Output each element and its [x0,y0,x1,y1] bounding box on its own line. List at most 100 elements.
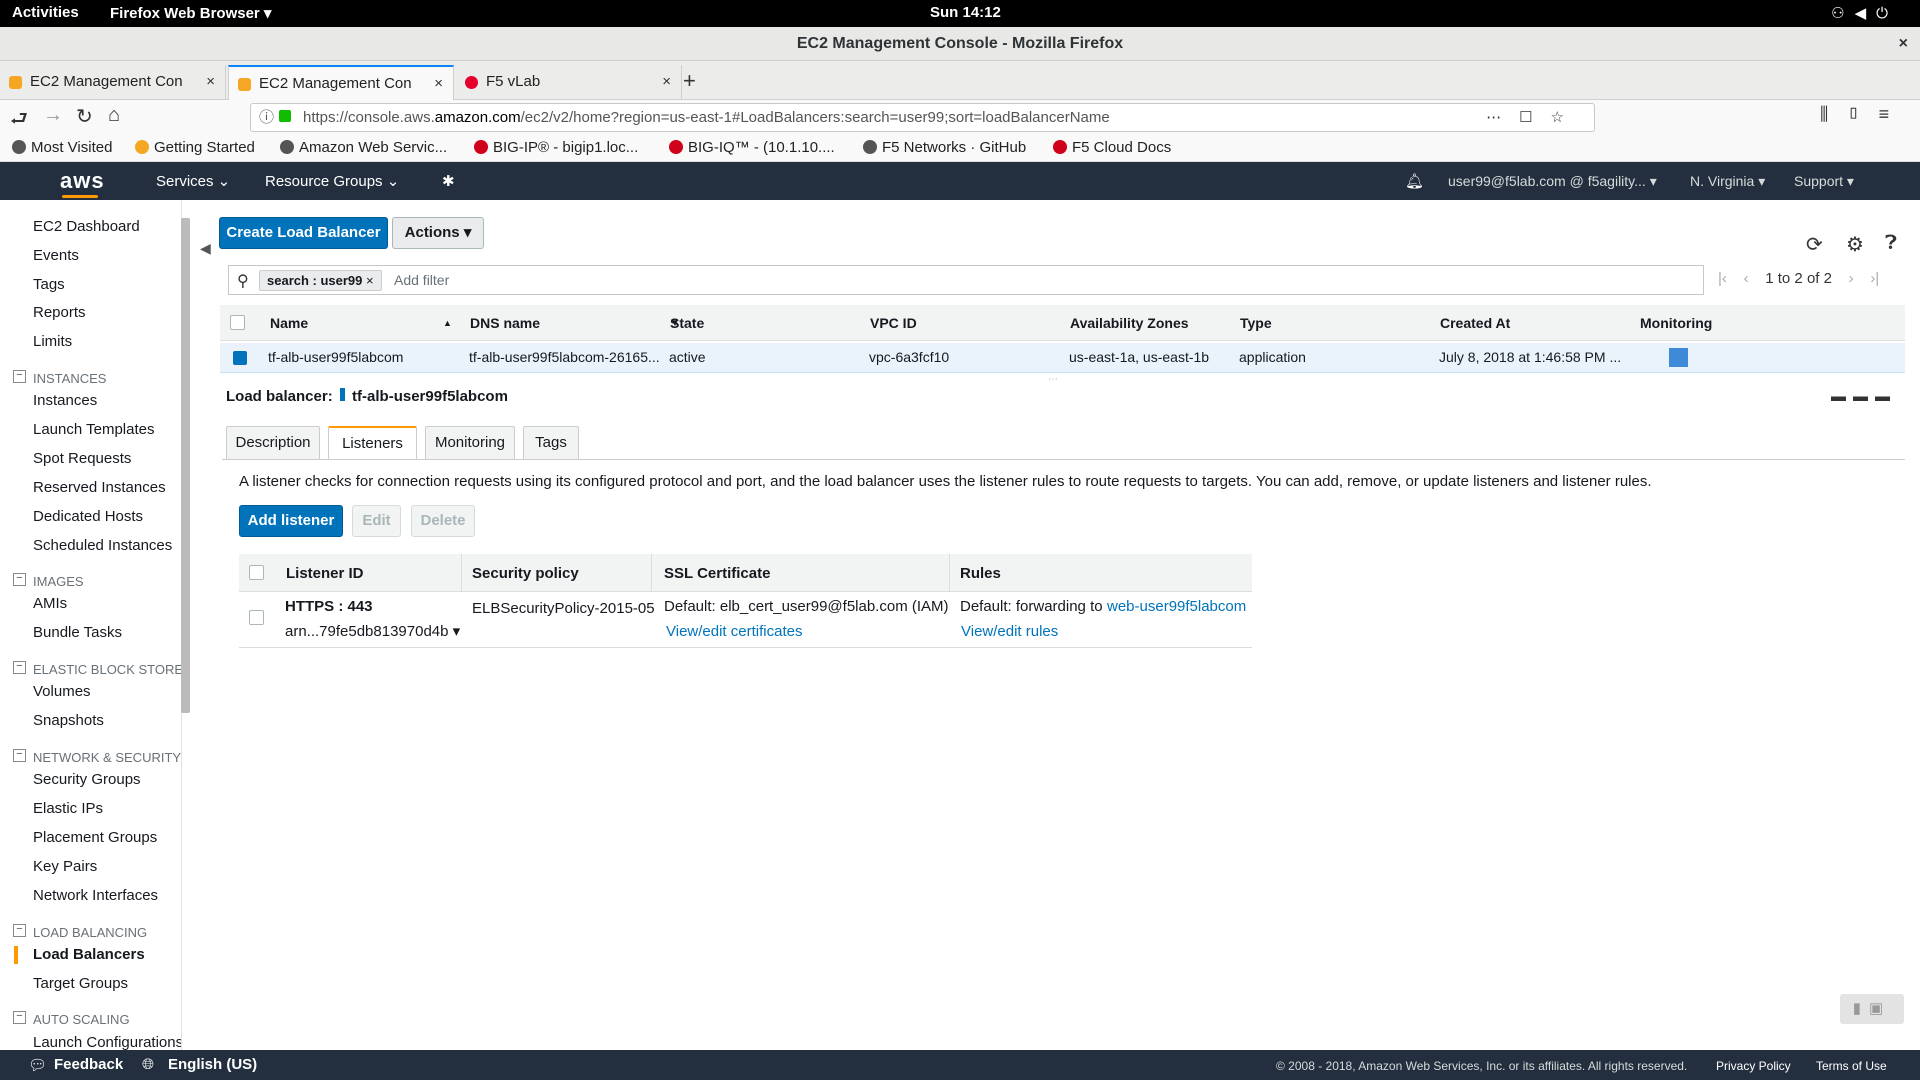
delete-button[interactable]: Delete [411,505,475,537]
sidebar-section-images[interactable]: IMAGES [13,573,84,589]
sidebar-item-limits[interactable]: Limits [33,333,72,350]
select-all-checkbox[interactable] [230,315,245,330]
sidebar-item-target-groups[interactable]: Target Groups [33,975,128,992]
sidebar-scrollbar[interactable] [181,218,190,713]
app-menu[interactable]: Firefox Web Browser ▾ [110,4,271,22]
tab-close-icon[interactable]: × [662,65,671,98]
account-menu[interactable]: user99@f5lab.com @ f5agility... ▾ [1448,173,1657,190]
region-menu[interactable]: N. Virginia ▾ [1690,173,1765,190]
forward-icon[interactable]: → [43,104,63,127]
sidebar-item-security-groups[interactable]: Security Groups [33,771,141,788]
sidebar-item-tags[interactable]: Tags [33,276,65,293]
select-all-listeners-checkbox[interactable] [249,565,264,580]
col-vpc-id[interactable]: VPC ID [870,315,917,331]
reload-icon[interactable]: ↻ [76,104,93,129]
bookmark-amazon[interactable]: Amazon Web Servic... [280,139,447,156]
browser-tab-2-active[interactable]: EC2 Management Con × [228,65,454,100]
sidebar-item-scheduled-instances[interactable]: Scheduled Instances [33,537,172,554]
site-info-icon[interactable]: ⓘ [259,104,274,131]
edit-button[interactable]: Edit [352,505,401,537]
tab-tags[interactable]: Tags [523,426,579,460]
window-close-button[interactable]: × [1899,27,1908,61]
bookmark-f5-cloud-docs[interactable]: F5 Cloud Docs [1053,139,1171,156]
bell-icon[interactable]: 🔔︎ [1405,172,1424,190]
sidebar-section-ebs[interactable]: ELASTIC BLOCK STORE [12,661,181,677]
sidebar-section-load-balancing[interactable]: LOAD BALANCING [12,924,147,940]
clock[interactable]: Sun 14:12 [930,4,1001,21]
sidebar-item-bundle-tasks[interactable]: Bundle Tasks [33,624,122,641]
aws-logo[interactable]: aws [60,168,105,198]
create-load-balancer-button[interactable]: Create Load Balancer [219,217,388,249]
sidebar-item-placement-groups[interactable]: Placement Groups [33,829,157,846]
view-edit-certificates-link[interactable]: View/edit certificates [666,623,802,640]
services-menu[interactable]: Services ⌄ [156,172,230,190]
terms-of-use-link[interactable]: Terms of Use [1816,1059,1887,1073]
help-icon[interactable]: ❓︎ [1885,232,1897,255]
sidebar-section-instances[interactable]: INSTANCES [12,370,106,386]
filter-token[interactable]: search : user99 × [259,270,382,291]
sidebar-item-spot-requests[interactable]: Spot Requests [33,450,131,467]
row-checkbox-checked[interactable] [233,351,247,365]
table-row-selected[interactable]: tf-alb-user99f5labcom tf-alb-user99f5lab… [220,343,1905,373]
home-icon[interactable]: ⌂ [108,104,120,127]
sidebar-section-network-security[interactable]: NETWORK & SECURITY [12,749,181,765]
url-bar[interactable]: ⓘ https://console.aws.amazon.com/ec2/v2/… [250,103,1595,132]
feedback-link[interactable]: Feedback [54,1056,123,1073]
listener-row-checkbox[interactable] [249,610,264,625]
tab-close-icon[interactable]: × [206,65,215,98]
collapse-sidebar-icon[interactable]: ◀ [200,240,211,257]
sidebar-item-elastic-ips[interactable]: Elastic IPs [33,800,103,817]
tab-monitoring[interactable]: Monitoring [425,426,515,460]
add-listener-button[interactable]: Add listener [239,505,343,537]
floating-widget-icon[interactable]: ▮▣ [1840,994,1904,1024]
actions-button[interactable]: Actions ▾ [392,217,484,249]
sidebar-item-network-interfaces[interactable]: Network Interfaces [33,887,158,904]
language-selector[interactable]: English (US) [168,1056,257,1073]
browser-tab-3[interactable]: F5 vLab × [456,65,682,100]
resource-groups-menu[interactable]: Resource Groups ⌄ [265,172,399,190]
sidebar-item-load-balancers[interactable]: Load Balancers [14,946,145,964]
col-availability-zones[interactable]: Availability Zones [1070,315,1189,331]
first-page-icon[interactable]: |‹ [1718,270,1727,287]
col-created-at[interactable]: Created At [1440,315,1510,331]
sidebar-item-key-pairs[interactable]: Key Pairs [33,858,97,875]
prev-page-icon[interactable]: ‹ [1744,270,1749,287]
sidebar-item-dedicated-hosts[interactable]: Dedicated Hosts [33,508,143,525]
view-edit-rules-link[interactable]: View/edit rules [961,623,1058,640]
sidebar-item-ec2-dashboard[interactable]: EC2 Dashboard [33,218,140,235]
sidebar-item-launch-templates[interactable]: Launch Templates [33,421,154,438]
back-icon[interactable]: ⮐ [10,104,28,138]
sidebar-item-events[interactable]: Events [33,247,79,264]
sidebar-item-amis[interactable]: AMIs [33,595,67,612]
target-group-link[interactable]: web-user99f5labcom [1107,598,1246,615]
tab-listeners[interactable]: Listeners [328,426,417,460]
resize-handle-icon[interactable]: ⋯ [1048,374,1058,385]
browser-tab-1[interactable]: EC2 Management Con × [0,65,226,100]
new-tab-button[interactable]: + [683,68,696,94]
tab-description[interactable]: Description [226,426,320,460]
sidebar-item-instances[interactable]: Instances [33,392,97,409]
library-sidebar-menu-icons[interactable]: ⫼▯≡ [1820,104,1907,125]
remove-filter-icon[interactable]: × [366,273,374,288]
col-name[interactable]: Name [270,315,308,331]
pane-layout-icons[interactable]: ▬▬▬ [1831,388,1897,405]
pin-icon[interactable]: ✱ [442,172,455,190]
next-page-icon[interactable]: › [1849,270,1854,287]
col-monitoring[interactable]: Monitoring [1640,315,1712,331]
listener-arn-dropdown[interactable]: arn...79fe5db813970d4b ▾ [285,622,460,640]
system-tray-icons[interactable]: ⚇◀⏻ [1831,4,1898,22]
last-page-icon[interactable]: ›| [1870,270,1879,287]
sidebar-section-auto-scaling[interactable]: AUTO SCALING [13,1011,130,1027]
sidebar-item-reports[interactable]: Reports [33,304,86,321]
tab-close-icon[interactable]: × [434,67,443,100]
privacy-policy-link[interactable]: Privacy Policy [1716,1059,1791,1073]
bookmark-bigiq[interactable]: BIG-IQ™ - (10.1.10.... [669,139,835,156]
sort-asc-icon[interactable]: ▲ [443,318,452,328]
support-menu[interactable]: Support ▾ [1794,173,1854,190]
search-filter-bar[interactable]: ⚲ search : user99 × Add filter [228,265,1704,295]
col-dns-name[interactable]: DNS name [470,315,540,331]
monitoring-icon[interactable] [1669,348,1688,367]
page-actions-icons[interactable]: ⋯☐☆ [1486,104,1582,131]
sidebar-item-reserved-instances[interactable]: Reserved Instances [33,479,166,496]
sidebar-item-volumes[interactable]: Volumes [33,683,91,700]
